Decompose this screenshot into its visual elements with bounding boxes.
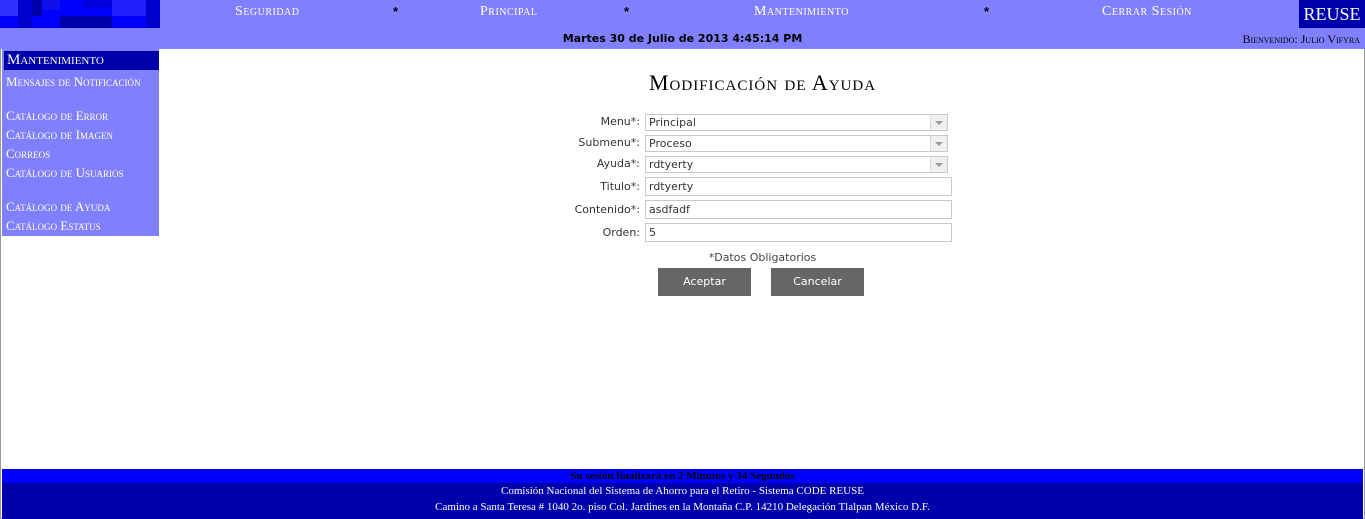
- ayuda-label: Ayuda*:: [596, 157, 640, 170]
- welcome-text: Bienvenido: Julio Vifyra: [1242, 32, 1360, 46]
- ayuda-select-value: rdtyerty: [649, 158, 694, 171]
- sidebar-title: Mantenimiento: [4, 51, 159, 70]
- ayuda-select[interactable]: rdtyerty: [645, 156, 948, 173]
- chevron-down-icon[interactable]: [930, 115, 947, 130]
- submenu-select-value: Proceso: [649, 137, 692, 150]
- chevron-down-icon[interactable]: [930, 157, 947, 172]
- submenu-select[interactable]: Proceso: [645, 135, 948, 152]
- menu-select-value: Principal: [649, 116, 696, 129]
- submenu-label: Submenu*:: [578, 136, 640, 149]
- menu-select[interactable]: Principal: [645, 114, 948, 131]
- brand-label: REUSE: [1299, 0, 1365, 28]
- orden-input[interactable]: 5: [645, 223, 952, 242]
- contenido-input[interactable]: asdfadf: [645, 200, 952, 219]
- current-date: Martes 30 de Julio de 2013 4:45:14 PM: [562, 32, 803, 45]
- nav-separator: *: [393, 4, 399, 19]
- chevron-down-icon[interactable]: [930, 136, 947, 151]
- session-timer: Su sesión finalizará en 2 Minutos y 34 S…: [2, 469, 1363, 483]
- nav-mantenimiento[interactable]: Mantenimiento: [754, 4, 849, 20]
- cancel-button[interactable]: Cancelar: [771, 268, 864, 296]
- footer-line-2: Camino a Santa Teresa # 1040 2o. piso Co…: [435, 501, 930, 513]
- menu-label: Menu*:: [600, 115, 640, 128]
- titulo-label: Titulo*:: [600, 180, 640, 193]
- orden-label: Orden:: [602, 226, 640, 239]
- footer-line-1: Comisión Nacional del Sistema de Ahorro …: [501, 485, 864, 497]
- footer: Comisión Nacional del Sistema de Ahorro …: [2, 483, 1363, 519]
- nav-principal[interactable]: Principal: [480, 4, 537, 20]
- nav-seguridad[interactable]: Seguridad: [235, 4, 300, 20]
- top-bar: Seguridad * Principal * Mantenimiento * …: [0, 0, 1365, 49]
- titulo-input[interactable]: rdtyerty: [645, 177, 952, 196]
- accept-button[interactable]: Aceptar: [658, 268, 751, 296]
- required-note: *Datos Obligatorios: [708, 251, 817, 264]
- contenido-label: Contenido*:: [574, 203, 640, 216]
- nav-separator: *: [624, 4, 630, 19]
- page-title: Modificación de Ayuda: [648, 70, 877, 95]
- logo: [0, 0, 160, 28]
- nav-cerrar-sesion[interactable]: Cerrar Sesión: [1102, 4, 1192, 20]
- nav-separator: *: [984, 4, 990, 19]
